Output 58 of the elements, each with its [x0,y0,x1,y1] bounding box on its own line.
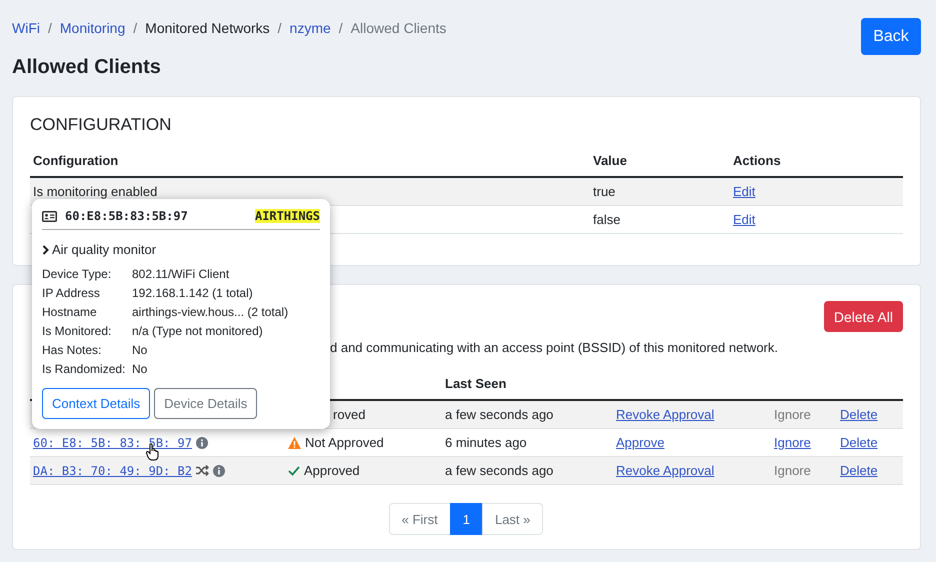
status-text: Not Approved [305,435,384,450]
detail-value: 192.168.1.142 (1 total) [132,286,254,300]
details-button[interactable]: Device Details [154,388,258,419]
description-text: d and communicating with an access point (BSSID) of this monitored network. [330,340,778,355]
detail-value: No [132,343,148,357]
ignore-link: Ignore [774,463,811,478]
page-button[interactable]: Last » [482,503,544,535]
chevron-right-icon [42,244,49,254]
edit-link[interactable]: Edit [733,212,756,227]
detail-value: airthings-view.hous... (2 total) [132,305,290,319]
table-cell: false [593,212,620,227]
breadcrumb-separator: / [278,20,282,36]
breadcrumb-separator: / [133,20,138,36]
info-icon[interactable] [196,436,208,448]
table-cell: true [593,184,616,199]
approval-link[interactable]: Approve [616,435,664,450]
warning-icon [288,436,301,448]
last-seen-text: a few seconds ago [445,407,554,422]
detail-label: IP Address [42,286,101,300]
detail-label: Device Type: [42,267,112,281]
page-title: Allowed Clients [12,56,162,79]
last-seen-text: 6 minutes ago [445,435,527,450]
mac-address-link[interactable]: DA: B3: 70: 49: 9D: B2 [33,464,192,478]
card-title: CONFIGURATION [30,115,172,135]
back-button[interactable]: Back [861,18,921,55]
status-text: Approved [304,463,360,478]
info-icon[interactable] [212,464,225,476]
check-icon [288,466,300,476]
mac-address: 60:E8:5B:83:5B:97 [65,209,188,223]
details-button[interactable]: Context Details [42,388,150,419]
status-text: roved [333,407,366,422]
detail-label: Is Monitored: [42,324,112,338]
id-card-icon [42,210,57,222]
detail-value: n/a (Type not monitored) [132,324,264,338]
table-cell: Is monitoring enabled [33,184,158,199]
edit-link[interactable]: Edit [733,184,756,199]
breadcrumb-separator: / [338,20,343,36]
breadcrumb-separator: / [48,20,52,36]
breadcrumb-current: Allowed Clients [350,20,446,36]
detail-value: No [132,362,148,376]
breadcrumb-link[interactable]: Monitoring [60,20,126,36]
page-button[interactable]: 1 [450,503,483,535]
vendor-tag: AIRTHINGS [254,209,320,223]
detail-label: Has Notes: [42,343,102,357]
ignore-link: Ignore [774,407,811,422]
last-seen-text: a few seconds ago [445,463,554,478]
breadcrumb-item: Monitored Networks [145,20,270,36]
delete-all-button[interactable]: Delete All [824,301,903,332]
delete-link[interactable]: Delete [840,435,878,450]
shuffle-icon [196,465,209,476]
ignore-link[interactable]: Ignore [774,435,811,450]
device-subtitle: Air quality monitor [52,242,156,257]
breadcrumb-link[interactable]: WiFi [12,20,40,36]
detail-value: 802.11/WiFi Client [132,267,230,281]
page-button[interactable]: « First [388,503,451,535]
detail-label: Is Randomized: [42,362,126,376]
detail-label: Hostname [42,305,98,319]
breadcrumb-link[interactable]: nzyme [290,20,331,36]
